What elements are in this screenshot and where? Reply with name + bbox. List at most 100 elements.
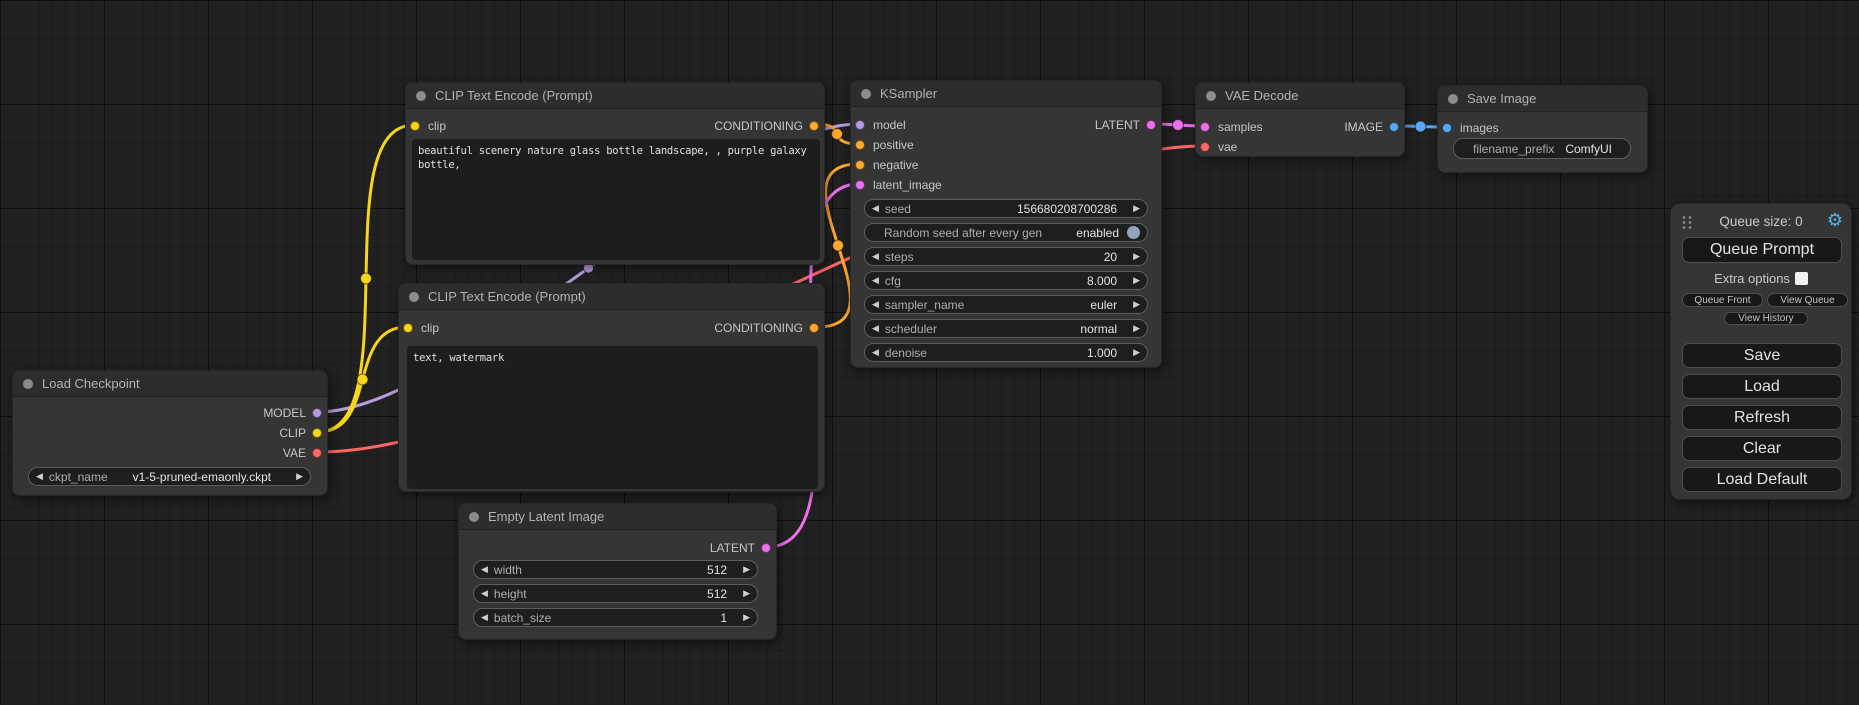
sampler-name-widget[interactable]: ◀ sampler_name euler ▶ <box>864 295 1148 314</box>
queue-panel[interactable]: Queue size: 0 ⚙ Queue Prompt Extra optio… <box>1670 203 1852 500</box>
decrement-arrow-icon[interactable]: ◀ <box>872 300 879 309</box>
ckpt-name-widget[interactable]: ◀ ckpt_name v1-5-pruned-emaonly.ckpt ▶ <box>28 467 311 486</box>
prompt-textarea[interactable]: beautiful scenery nature glass bottle la… <box>412 139 820 260</box>
input-label-clip: clip <box>421 321 439 335</box>
collapse-dot-icon[interactable] <box>23 379 33 389</box>
increment-arrow-icon[interactable]: ▶ <box>743 613 750 622</box>
widget-value: ComfyUI <box>1554 142 1623 156</box>
scheduler-widget[interactable]: ◀ scheduler normal ▶ <box>864 319 1148 338</box>
view-history-button[interactable]: View History <box>1724 312 1808 325</box>
save-button[interactable]: Save <box>1682 343 1842 368</box>
settings-gear-icon[interactable]: ⚙ <box>1827 209 1843 231</box>
input-dot-vae[interactable] <box>1200 142 1210 152</box>
output-dot-conditioning[interactable] <box>809 323 819 333</box>
increment-arrow-icon[interactable]: ▶ <box>1133 324 1140 333</box>
decrement-arrow-icon[interactable]: ◀ <box>872 324 879 333</box>
output-dot-latent[interactable] <box>1146 120 1156 130</box>
widget-label: cfg <box>885 274 901 288</box>
steps-widget[interactable]: ◀ steps 20 ▶ <box>864 247 1148 266</box>
input-dot-clip[interactable] <box>410 121 420 131</box>
node-empty-latent-image[interactable]: Empty Latent Image LATENT ◀ width 512 ▶ … <box>458 503 777 640</box>
seed-widget[interactable]: ◀ seed 156680208700286 ▶ <box>864 199 1148 218</box>
decrement-arrow-icon[interactable]: ◀ <box>872 348 879 357</box>
widget-label: steps <box>885 250 914 264</box>
decrement-arrow-icon[interactable]: ◀ <box>481 565 488 574</box>
node-header[interactable]: Empty Latent Image <box>459 504 776 530</box>
input-dot-samples[interactable] <box>1200 122 1210 132</box>
increment-arrow-icon[interactable]: ▶ <box>1133 252 1140 261</box>
refresh-button[interactable]: Refresh <box>1682 405 1842 430</box>
node-header[interactable]: CLIP Text Encode (Prompt) <box>399 284 824 310</box>
node-vae-decode[interactable]: VAE Decode samples IMAGE vae <box>1195 82 1405 157</box>
collapse-dot-icon[interactable] <box>409 292 419 302</box>
queue-prompt-button[interactable]: Queue Prompt <box>1682 237 1842 263</box>
extra-options-checkbox[interactable] <box>1795 272 1808 285</box>
view-queue-button[interactable]: View Queue <box>1767 293 1848 307</box>
node-header[interactable]: Load Checkpoint <box>13 371 327 397</box>
decrement-arrow-icon[interactable]: ◀ <box>481 613 488 622</box>
wire-midpoint-dot[interactable] <box>1173 120 1184 131</box>
node-header[interactable]: VAE Decode <box>1196 83 1404 109</box>
toggle-enabled-icon[interactable] <box>1127 226 1140 239</box>
output-label-latent: LATENT <box>1095 118 1140 132</box>
wire-midpoint-dot[interactable] <box>832 129 843 140</box>
node-ksampler[interactable]: KSampler model LATENT positive negative … <box>850 80 1162 368</box>
widget-label: denoise <box>885 346 927 360</box>
load-default-button[interactable]: Load Default <box>1682 467 1842 492</box>
wire-midpoint-dot[interactable] <box>833 240 844 251</box>
width-widget[interactable]: ◀ width 512 ▶ <box>473 560 758 579</box>
input-dot-latent-image[interactable] <box>855 180 865 190</box>
queue-front-button[interactable]: Queue Front <box>1682 293 1763 307</box>
output-dot-image[interactable] <box>1389 122 1399 132</box>
decrement-arrow-icon[interactable]: ◀ <box>36 472 43 481</box>
node-clip-text-encode-negative[interactable]: CLIP Text Encode (Prompt) clip CONDITION… <box>398 283 825 492</box>
node-save-image[interactable]: Save Image images filename_prefix ComfyU… <box>1437 85 1648 173</box>
output-dot-clip[interactable] <box>312 428 322 438</box>
collapse-dot-icon[interactable] <box>1448 94 1458 104</box>
increment-arrow-icon[interactable]: ▶ <box>743 565 750 574</box>
output-dot-conditioning[interactable] <box>809 121 819 131</box>
wire-midpoint-dot[interactable] <box>1415 121 1426 132</box>
input-dot-clip[interactable] <box>403 323 413 333</box>
input-dot-images[interactable] <box>1442 123 1452 133</box>
decrement-arrow-icon[interactable]: ◀ <box>872 204 879 213</box>
wire-midpoint-dot[interactable] <box>357 374 368 385</box>
increment-arrow-icon[interactable]: ▶ <box>1133 204 1140 213</box>
increment-arrow-icon[interactable]: ▶ <box>743 589 750 598</box>
output-dot-vae[interactable] <box>312 448 322 458</box>
graph-canvas[interactable]: Load Checkpoint MODEL CLIP VAE ◀ ckpt_na… <box>0 0 1859 705</box>
node-load-checkpoint[interactable]: Load Checkpoint MODEL CLIP VAE ◀ ckpt_na… <box>12 370 328 496</box>
increment-arrow-icon[interactable]: ▶ <box>296 472 303 481</box>
prompt-textarea[interactable]: text, watermark <box>407 346 818 489</box>
wire-midpoint-dot[interactable] <box>361 273 372 284</box>
decrement-arrow-icon[interactable]: ◀ <box>872 276 879 285</box>
node-clip-text-encode-positive[interactable]: CLIP Text Encode (Prompt) clip CONDITION… <box>405 82 825 265</box>
input-dot-positive[interactable] <box>855 140 865 150</box>
widget-value: normal <box>1080 322 1117 336</box>
node-header[interactable]: Save Image <box>1438 86 1647 112</box>
output-dot-latent[interactable] <box>761 543 771 553</box>
output-dot-model[interactable] <box>312 408 322 418</box>
input-dot-negative[interactable] <box>855 160 865 170</box>
increment-arrow-icon[interactable]: ▶ <box>1133 348 1140 357</box>
height-widget[interactable]: ◀ height 512 ▶ <box>473 584 758 603</box>
collapse-dot-icon[interactable] <box>861 89 871 99</box>
decrement-arrow-icon[interactable]: ◀ <box>872 252 879 261</box>
decrement-arrow-icon[interactable]: ◀ <box>481 589 488 598</box>
node-header[interactable]: KSampler <box>851 81 1161 107</box>
widget-label: ckpt_name <box>49 470 108 484</box>
load-button[interactable]: Load <box>1682 374 1842 399</box>
cfg-widget[interactable]: ◀ cfg 8.000 ▶ <box>864 271 1148 290</box>
batch-size-widget[interactable]: ◀ batch_size 1 ▶ <box>473 608 758 627</box>
denoise-widget[interactable]: ◀ denoise 1.000 ▶ <box>864 343 1148 362</box>
node-header[interactable]: CLIP Text Encode (Prompt) <box>406 83 824 109</box>
collapse-dot-icon[interactable] <box>416 91 426 101</box>
input-dot-model[interactable] <box>855 120 865 130</box>
filename-prefix-widget[interactable]: filename_prefix ComfyUI <box>1453 138 1631 159</box>
random-seed-widget[interactable]: Random seed after every gen enabled <box>864 223 1148 242</box>
increment-arrow-icon[interactable]: ▶ <box>1133 276 1140 285</box>
collapse-dot-icon[interactable] <box>1206 91 1216 101</box>
collapse-dot-icon[interactable] <box>469 512 479 522</box>
clear-button[interactable]: Clear <box>1682 436 1842 461</box>
increment-arrow-icon[interactable]: ▶ <box>1133 300 1140 309</box>
